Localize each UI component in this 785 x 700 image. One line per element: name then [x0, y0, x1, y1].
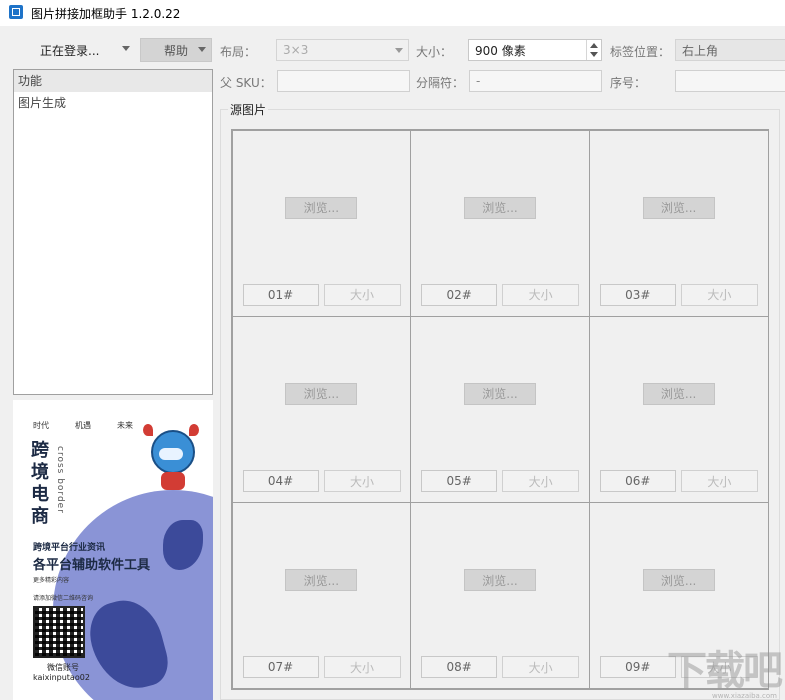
- index-field[interactable]: [675, 70, 785, 92]
- title-bar: 图片拼接加框助手 1.2.0.22: [0, 0, 785, 26]
- chevron-down-icon: [198, 47, 206, 52]
- browse-button[interactable]: 浏览...: [463, 196, 536, 219]
- browse-button[interactable]: 浏览...: [285, 196, 358, 219]
- cell-size-field[interactable]: 大小: [680, 283, 758, 306]
- cell-number-field[interactable]: 02#: [421, 283, 498, 306]
- cell-number-field[interactable]: 07#: [242, 656, 319, 679]
- image-cell[interactable]: 浏览... 02# 大小: [410, 129, 590, 317]
- help-label: 帮助: [163, 43, 188, 58]
- cell-size-field[interactable]: 大小: [323, 283, 401, 306]
- browse-button[interactable]: 浏览...: [285, 569, 358, 592]
- parent-sku-field[interactable]: [277, 70, 410, 92]
- cell-number-field[interactable]: 01#: [242, 283, 319, 306]
- mascot-claw: [143, 424, 153, 436]
- ad-banner[interactable]: 时代 机遇 未来 跨境电商 cross border 跨境平台行业资讯 各平台辅…: [13, 400, 213, 700]
- cell-number-field[interactable]: 09#: [599, 656, 676, 679]
- ad-headline-en: cross border: [55, 446, 65, 514]
- ad-line3: 更多精彩内容: [33, 577, 70, 584]
- browse-button[interactable]: 浏览...: [463, 382, 536, 405]
- mascot-face: [159, 448, 183, 460]
- function-list[interactable]: 功能 图片生成: [13, 69, 213, 395]
- spinner-buttons[interactable]: [586, 40, 601, 60]
- mascot-claw: [189, 424, 199, 436]
- ad-headline: 跨境电商: [31, 440, 49, 527]
- list-item-label: 功能: [18, 74, 43, 88]
- wechat-id: kaixinputao02: [33, 673, 90, 682]
- browse-button[interactable]: 浏览...: [642, 569, 715, 592]
- mascot-body: [161, 472, 185, 490]
- spin-up-icon[interactable]: [590, 43, 598, 48]
- tag-position-value: 右上角: [682, 43, 719, 58]
- qr-code: [33, 606, 85, 658]
- login-label: 正在登录...: [40, 43, 100, 58]
- spin-down-icon[interactable]: [590, 52, 598, 57]
- cell-size-field[interactable]: 大小: [680, 470, 758, 493]
- tag-position-select[interactable]: 右上角: [675, 39, 785, 61]
- image-cell[interactable]: 浏览... 03# 大小: [588, 129, 769, 317]
- size-label: 大小：: [416, 45, 453, 59]
- cell-size-field[interactable]: 大小: [323, 656, 401, 679]
- ad-tag: 时代: [33, 421, 49, 430]
- ad-line4: 请添加微信二维码咨询: [33, 595, 94, 602]
- cell-number-field[interactable]: 08#: [421, 656, 498, 679]
- login-dropdown[interactable]: 正在登录...: [28, 38, 136, 62]
- cell-size-field[interactable]: 大小: [502, 283, 580, 306]
- list-item-label: 图片生成: [18, 96, 67, 110]
- cell-size-field[interactable]: 大小: [502, 656, 580, 679]
- app-icon: [9, 5, 23, 19]
- cell-size-field[interactable]: 大小: [502, 470, 580, 493]
- list-item-image-generate[interactable]: 图片生成: [14, 92, 212, 114]
- watermark-url: www.xiazaiba.com: [712, 692, 777, 700]
- cell-size-field[interactable]: 大小: [323, 470, 401, 493]
- image-cell[interactable]: 浏览... 01# 大小: [231, 129, 412, 317]
- layout-select[interactable]: 3×3: [276, 39, 409, 61]
- separator-value: -: [476, 74, 481, 88]
- chevron-down-icon: [395, 48, 403, 53]
- ad-line2: 各平台辅助软件工具: [33, 558, 151, 573]
- size-spinbox[interactable]: 900 像素: [468, 39, 602, 61]
- browse-button[interactable]: 浏览...: [285, 382, 358, 405]
- help-dropdown-button[interactable]: 帮助: [140, 38, 212, 62]
- image-cell[interactable]: 浏览... 08# 大小: [410, 502, 590, 690]
- ad-line1: 跨境平台行业资讯: [33, 543, 106, 553]
- watermark-logo: 下载吧: [667, 648, 783, 694]
- cell-number-field[interactable]: 06#: [599, 470, 676, 493]
- cell-number-field[interactable]: 05#: [421, 470, 498, 493]
- cell-number-field[interactable]: 03#: [599, 283, 676, 306]
- browse-button[interactable]: 浏览...: [642, 196, 715, 219]
- size-value: 900 像素: [475, 43, 526, 58]
- cell-number-field[interactable]: 04#: [242, 470, 319, 493]
- index-label: 序号：: [610, 76, 647, 90]
- ad-tags: 时代 机遇 未来: [33, 420, 133, 431]
- image-cell[interactable]: 浏览... 07# 大小: [231, 502, 412, 690]
- browse-button[interactable]: 浏览...: [642, 382, 715, 405]
- separator-field[interactable]: -: [469, 70, 602, 92]
- separator-label: 分隔符：: [416, 76, 465, 90]
- image-cell[interactable]: 浏览... 04# 大小: [231, 315, 412, 504]
- browse-button[interactable]: 浏览...: [463, 569, 536, 592]
- layout-label: 布局：: [220, 45, 257, 59]
- list-item-function[interactable]: 功能: [14, 70, 212, 92]
- tag-position-label: 标签位置：: [610, 45, 671, 59]
- image-cell[interactable]: 浏览... 05# 大小: [410, 315, 590, 504]
- wechat-label: 微信账号: [47, 663, 79, 672]
- chevron-down-icon: [122, 46, 130, 51]
- layout-value: 3×3: [283, 43, 309, 57]
- ad-tag: 未来: [117, 421, 133, 430]
- source-image-grid: 浏览... 01# 大小 浏览... 02# 大小 浏览... 03# 大小 浏…: [231, 129, 769, 690]
- parent-sku-label: 父 SKU：: [220, 76, 272, 90]
- window-title: 图片拼接加框助手 1.2.0.22: [31, 7, 181, 21]
- source-images-title: 源图片: [228, 101, 269, 118]
- ad-tag: 机遇: [75, 421, 91, 430]
- image-cell[interactable]: 浏览... 06# 大小: [588, 315, 769, 504]
